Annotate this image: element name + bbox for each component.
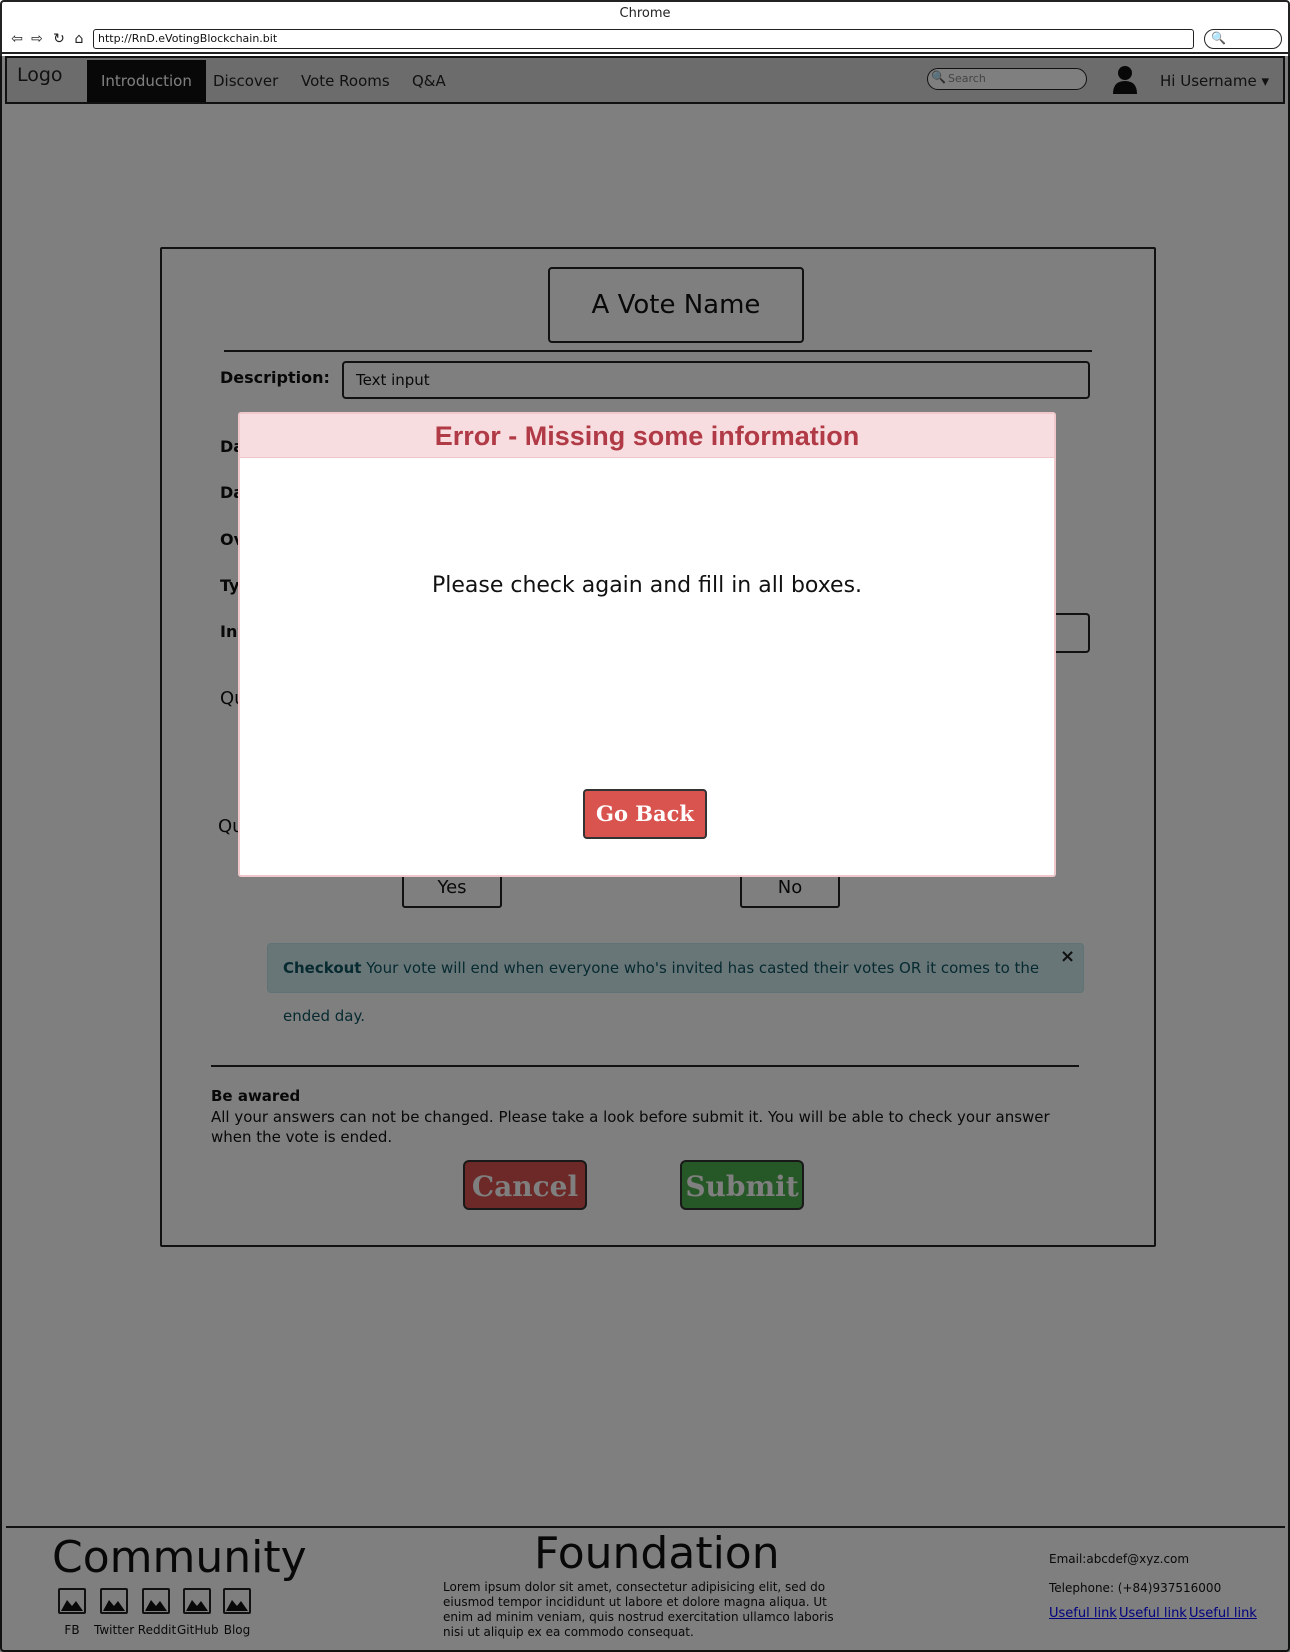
back-arrow-icon[interactable]: ⇦ — [8, 30, 26, 48]
forward-arrow-icon[interactable]: ⇨ — [28, 30, 46, 48]
browser-search-box[interactable]: 🔍 — [1204, 29, 1282, 49]
error-modal-message: Please check again and fill in all boxes… — [431, 573, 863, 598]
url-bar[interactable]: http://RnD.eVotingBlockchain.bit — [93, 29, 1194, 49]
home-icon[interactable]: ⌂ — [70, 30, 88, 48]
browser-title: Chrome — [619, 6, 671, 21]
search-icon: 🔍 — [1211, 31, 1226, 45]
error-modal-title: Error - Missing some information — [240, 414, 1054, 458]
reload-icon[interactable]: ↻ — [50, 30, 68, 48]
go-back-button[interactable]: Go Back — [583, 789, 707, 839]
